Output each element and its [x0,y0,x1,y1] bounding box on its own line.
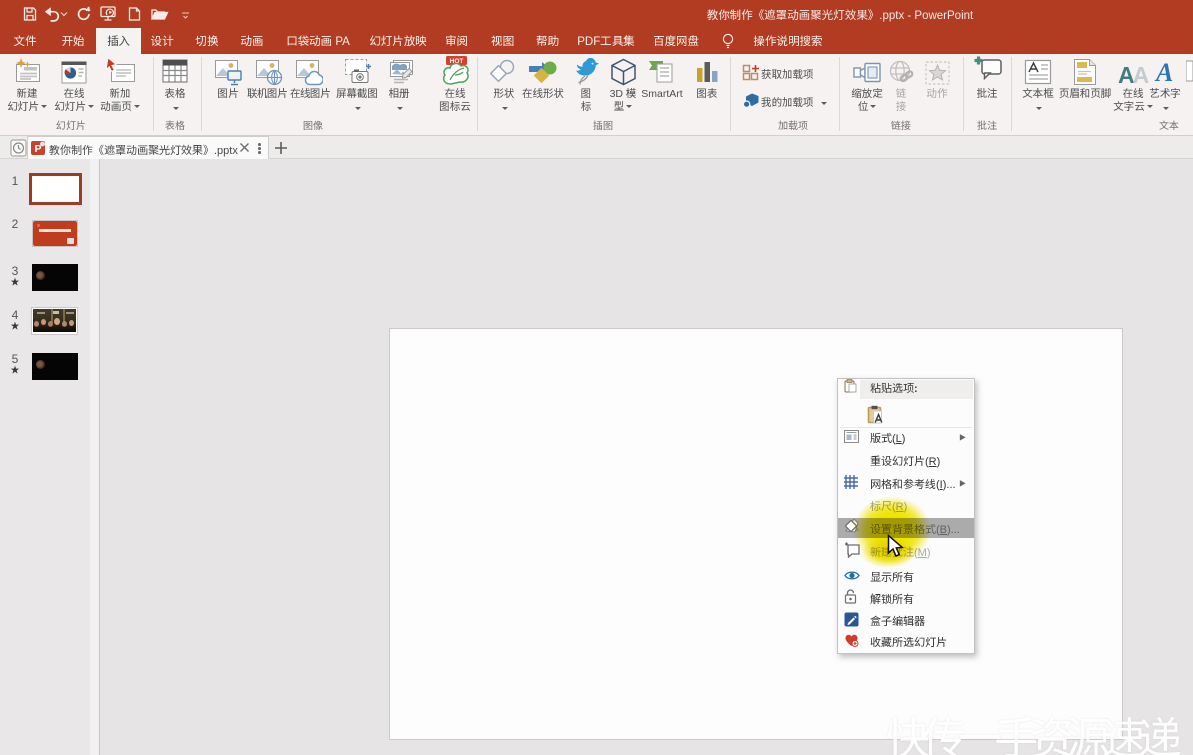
svg-text:A: A [1154,59,1173,86]
